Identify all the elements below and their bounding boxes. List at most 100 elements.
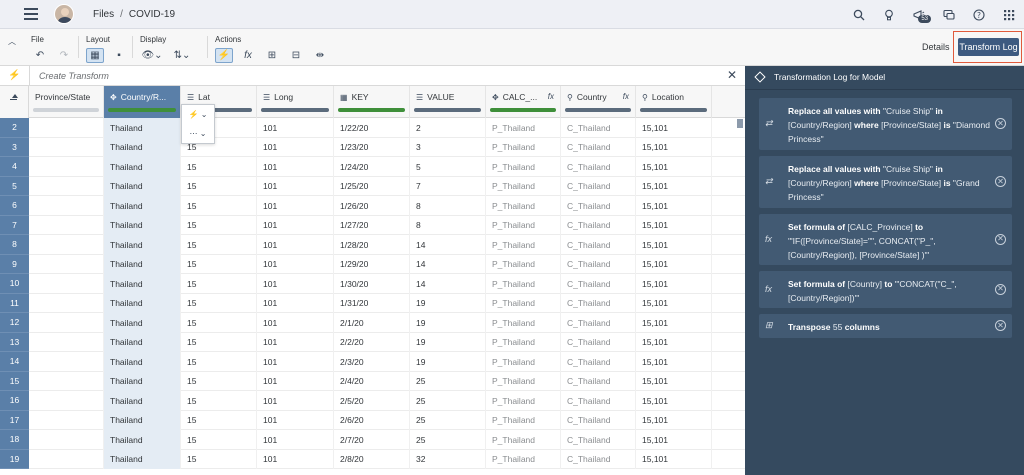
table-cell[interactable]: 15,101 [636, 430, 712, 450]
table-cell[interactable]: Thailand [104, 293, 181, 313]
table-cell[interactable]: Thailand [104, 215, 181, 235]
table-cell[interactable]: 101 [257, 215, 334, 235]
column-header[interactable]: ✥ CALC_... fx [486, 86, 561, 118]
table-cell[interactable]: 15,101 [636, 176, 712, 196]
undo-icon[interactable]: ↶ [31, 48, 49, 63]
table-row[interactable]: 4 Thailand 15 101 1/24/20 5 P_Thailand C_Thaila… [0, 157, 745, 177]
table-cell[interactable]: C_Thailand [561, 371, 636, 391]
lightbulb-icon[interactable] [874, 0, 904, 29]
table-cell[interactable]: 15 [181, 391, 257, 411]
table-cell[interactable]: 2/7/20 [334, 430, 410, 450]
table-cell[interactable]: Thailand [104, 430, 181, 450]
table-cell[interactable]: P_Thailand [486, 332, 561, 352]
table-cell[interactable]: 19 [410, 293, 486, 313]
grid-view-icon[interactable]: ▦ [86, 48, 104, 63]
table-cell[interactable]: C_Thailand [561, 293, 636, 313]
table-row[interactable]: 12 Thailand 15 101 2/1/20 19 P_Thailand C_Thail… [0, 313, 745, 333]
table-cell[interactable]: P_Thailand [486, 313, 561, 333]
table-cell[interactable]: Thailand [104, 157, 181, 177]
table-cell[interactable]: 19 [410, 352, 486, 372]
table-cell[interactable]: 15,101 [636, 157, 712, 177]
column-header[interactable]: ☰ VALUE [410, 86, 486, 118]
table-cell[interactable]: P_Thailand [486, 274, 561, 294]
transform-wand-icon[interactable]: ⚡ [0, 66, 30, 85]
formula-icon[interactable]: fx [239, 48, 257, 63]
table-cell[interactable] [29, 449, 104, 469]
table-cell[interactable]: C_Thailand [561, 137, 636, 157]
table-row[interactable]: 7 Thailand 15 101 1/27/20 8 P_Thailand C_Thaila… [0, 215, 745, 235]
table-cell[interactable]: 2/5/20 [334, 391, 410, 411]
table-cell[interactable]: P_Thailand [486, 430, 561, 450]
table-cell[interactable]: 101 [257, 293, 334, 313]
table-cell[interactable]: 101 [257, 118, 334, 138]
table-cell[interactable]: 15,101 [636, 215, 712, 235]
table-cell[interactable]: Thailand [104, 235, 181, 255]
table-cell[interactable]: 1/27/20 [334, 215, 410, 235]
table-cell[interactable]: Thailand [104, 332, 181, 352]
table-cell[interactable]: 25 [410, 371, 486, 391]
table-cell[interactable]: 15 [181, 254, 257, 274]
table-cell[interactable]: C_Thailand [561, 352, 636, 372]
breadcrumb-files[interactable]: Files [93, 9, 114, 20]
sort-rows-icon[interactable] [0, 86, 29, 118]
avatar[interactable] [54, 4, 74, 24]
table-cell[interactable]: Thailand [104, 274, 181, 294]
table-cell[interactable]: 1/22/20 [334, 118, 410, 138]
table-cell[interactable]: 101 [257, 391, 334, 411]
table-cell[interactable]: 19 [410, 332, 486, 352]
table-cell[interactable]: C_Thailand [561, 215, 636, 235]
column-header[interactable]: ▦ KEY [334, 86, 410, 118]
smart-transform-icon[interactable]: ⚡ [215, 48, 233, 63]
table-row[interactable]: 2Thailand151011/22/202P_ThailandC_Thaila… [0, 118, 745, 138]
details-button[interactable]: Details [922, 42, 950, 52]
table-cell[interactable]: Thailand [104, 449, 181, 469]
table-cell[interactable]: 8 [410, 196, 486, 216]
table-cell[interactable]: P_Thailand [486, 352, 561, 372]
table-cell[interactable]: P_Thailand [486, 410, 561, 430]
apps-grid-icon[interactable] [994, 0, 1024, 29]
table-cell[interactable]: 101 [257, 313, 334, 333]
table-cell[interactable]: 15,101 [636, 371, 712, 391]
table-cell[interactable]: 15 [181, 274, 257, 294]
table-cell[interactable]: 5 [410, 157, 486, 177]
table-row[interactable]: 14 Thailand 15 101 2/3/20 19 P_Thailand C_Thail… [0, 352, 745, 372]
table-cell[interactable] [29, 157, 104, 177]
table-cell[interactable]: C_Thailand [561, 449, 636, 469]
table-cell[interactable]: 101 [257, 235, 334, 255]
table-row[interactable]: 15 Thailand 15 101 2/4/20 25 P_Thailand C_Thail… [0, 371, 745, 391]
table-cell[interactable]: 101 [257, 157, 334, 177]
menu-icon[interactable] [24, 8, 38, 20]
tile-view-icon[interactable]: ▪ [110, 48, 128, 63]
table-cell[interactable] [29, 313, 104, 333]
table-row[interactable]: 13 Thailand 15 101 2/2/20 19 P_Thailand C_Thail… [0, 332, 745, 352]
table-cell[interactable]: C_Thailand [561, 118, 636, 138]
table-cell[interactable] [29, 235, 104, 255]
close-icon[interactable]: ✕ [727, 68, 737, 82]
table-cell[interactable] [29, 137, 104, 157]
table-cell[interactable]: P_Thailand [486, 215, 561, 235]
table-cell[interactable]: C_Thailand [561, 332, 636, 352]
table-cell[interactable]: C_Thailand [561, 157, 636, 177]
table-cell[interactable]: Thailand [104, 176, 181, 196]
table-cell[interactable]: C_Thailand [561, 176, 636, 196]
table-cell[interactable] [29, 196, 104, 216]
table-cell[interactable]: C_Thailand [561, 254, 636, 274]
more-options-icon[interactable]: ⋯ ⌄ [182, 124, 214, 143]
table-cell[interactable]: C_Thailand [561, 196, 636, 216]
table-cell[interactable]: 15 [181, 293, 257, 313]
chat-icon[interactable] [934, 0, 964, 29]
table-cell[interactable]: 14 [410, 235, 486, 255]
table-cell[interactable]: 1/28/20 [334, 235, 410, 255]
table-cell[interactable]: 101 [257, 274, 334, 294]
table-cell[interactable]: P_Thailand [486, 176, 561, 196]
table-row[interactable]: 6 Thailand 15 101 1/26/20 8 P_Thailand C_Thaila… [0, 196, 745, 216]
log-entry[interactable]: ⊞ Transpose 55 columns ✕ [759, 314, 1012, 338]
split-column-icon[interactable]: ⇹ [311, 48, 329, 63]
table-cell[interactable]: P_Thailand [486, 371, 561, 391]
table-cell[interactable]: P_Thailand [486, 137, 561, 157]
notifications-icon[interactable]: 53 [904, 0, 934, 29]
column-header[interactable]: ☰ Long [257, 86, 334, 118]
table-cell[interactable]: 15,101 [636, 196, 712, 216]
table-cell[interactable]: C_Thailand [561, 430, 636, 450]
column-header[interactable]: Province/State [29, 86, 104, 118]
